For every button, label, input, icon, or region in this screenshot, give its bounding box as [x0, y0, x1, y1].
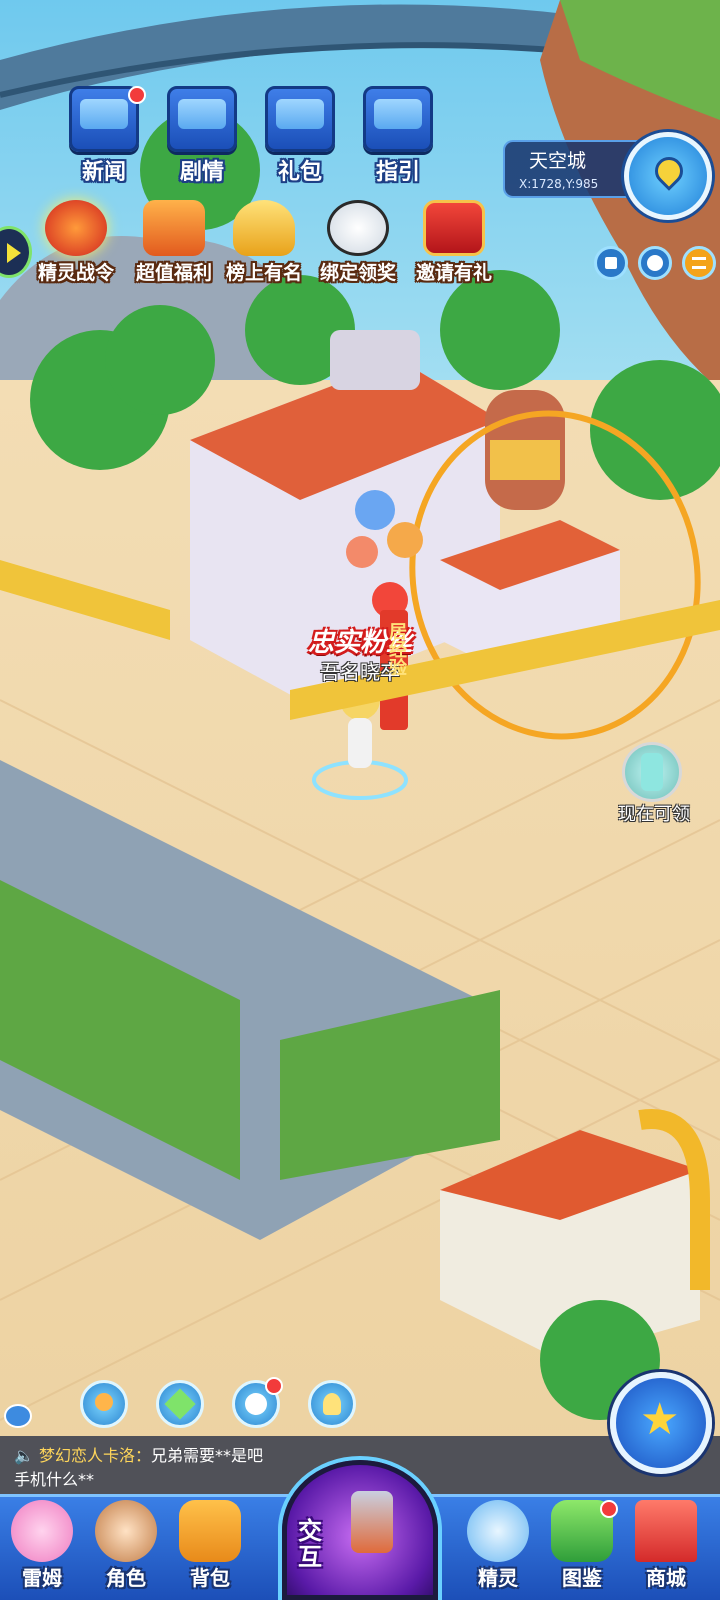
pet-face-button[interactable] — [638, 246, 672, 280]
gift-pack-button[interactable]: 礼包 — [254, 86, 346, 186]
nav-leimu[interactable]: 雷姆 — [2, 1500, 82, 1600]
player-banner-text: 居经验 — [386, 622, 407, 676]
bell-quick-button[interactable] — [308, 1380, 356, 1428]
chat-speaker-icon: 🔈 — [14, 1446, 34, 1465]
guide-machine-icon — [363, 86, 433, 152]
cat-face-icon — [647, 255, 663, 271]
nav-handbook[interactable]: 图鉴 — [542, 1500, 622, 1600]
trophy-icon — [233, 200, 295, 256]
map-button[interactable] — [624, 132, 712, 220]
claim-label: 现在可领 — [618, 804, 690, 825]
bottle-icon — [641, 753, 663, 791]
notification-badge — [128, 86, 146, 104]
bind-reward-button[interactable]: 绑定领奖 — [308, 200, 408, 290]
nav-character-label: 角色 — [106, 1566, 146, 1590]
star-badge-icon — [164, 1388, 196, 1420]
interact-label: 交互 — [298, 1517, 322, 1571]
shop-icon — [635, 1500, 697, 1562]
nav-backpack[interactable]: 背包 — [170, 1500, 250, 1600]
star-quick-button[interactable] — [156, 1380, 204, 1428]
gift-pack-label: 礼包 — [277, 160, 322, 185]
gift-chest-icon — [265, 86, 335, 152]
pet-face-icon — [245, 1393, 267, 1415]
bell-icon — [323, 1393, 341, 1415]
gift-box-icon — [143, 200, 205, 256]
guide-label: 指引 — [375, 160, 420, 185]
guide-button[interactable]: 指引 — [352, 86, 444, 186]
claim-bottle-button[interactable] — [622, 742, 682, 802]
notification-badge — [600, 1500, 618, 1518]
map-pin-icon — [649, 151, 689, 191]
sprout-icon — [95, 1393, 113, 1411]
news-label: 新闻 — [81, 160, 126, 185]
value-welfare-label: 超值福利 — [135, 262, 212, 284]
nav-handbook-label: 图鉴 — [562, 1566, 602, 1590]
chat-message-continued: 手机什么** — [14, 1470, 95, 1489]
battle-pass-label: 精灵战令 — [37, 262, 114, 284]
speaker-icon — [605, 257, 617, 269]
story-label: 剧情 — [179, 160, 224, 185]
nav-shop-label: 商城 — [646, 1566, 686, 1590]
chat-bubble-icon[interactable] — [4, 1404, 32, 1428]
invite-gift-label: 邀请有礼 — [415, 262, 492, 284]
star-icon: ★ — [640, 1394, 680, 1445]
chat-message: 兄弟需要**是吧 — [151, 1446, 264, 1465]
value-welfare-button[interactable]: 超值福利 — [124, 200, 224, 290]
chat-sender: 梦幻恋人卡洛： — [39, 1446, 152, 1465]
nav-backpack-label: 背包 — [190, 1566, 230, 1590]
star-wand-button[interactable]: ★ — [610, 1372, 712, 1474]
player-title-badge: 忠实粉丝 — [307, 628, 412, 658]
pink-pet-icon — [11, 1500, 73, 1562]
menu-list-button[interactable] — [682, 246, 716, 280]
nav-character[interactable]: 角色 — [86, 1500, 166, 1600]
bind-reward-label: 绑定领奖 — [319, 262, 396, 284]
news-button[interactable]: 新闻 — [58, 86, 150, 186]
invite-gift-button[interactable]: 邀请有礼 — [404, 200, 504, 290]
nav-shop[interactable]: 商城 — [626, 1500, 706, 1600]
battle-pass-icon — [45, 200, 107, 256]
play-arrow-icon — [7, 243, 21, 263]
story-button[interactable]: 剧情 — [156, 86, 248, 186]
panda-icon — [327, 200, 389, 256]
tower-icon — [351, 1491, 393, 1553]
announcement-button[interactable] — [594, 246, 628, 280]
nav-spirit-label: 精灵 — [478, 1566, 518, 1590]
leaderboard-label: 榜上有名 — [225, 262, 302, 284]
character-face-icon — [95, 1500, 157, 1562]
spirit-pet-icon — [467, 1500, 529, 1562]
nav-spirit[interactable]: 精灵 — [458, 1500, 538, 1600]
leaderboard-button[interactable]: 榜上有名 — [214, 200, 314, 290]
nav-leimu-label: 雷姆 — [22, 1566, 62, 1590]
battle-pass-button[interactable]: 精灵战令 — [26, 200, 126, 290]
notification-badge — [265, 1377, 283, 1395]
plant-quick-button[interactable] — [80, 1380, 128, 1428]
pet-quick-button[interactable] — [232, 1377, 283, 1428]
list-icon — [692, 257, 706, 269]
invite-envelope-icon — [423, 200, 485, 256]
story-machine-icon — [167, 86, 237, 152]
backpack-icon — [179, 1500, 241, 1562]
chat-message-line: 🔈 梦幻恋人卡洛：兄弟需要**是吧 — [14, 1442, 263, 1466]
